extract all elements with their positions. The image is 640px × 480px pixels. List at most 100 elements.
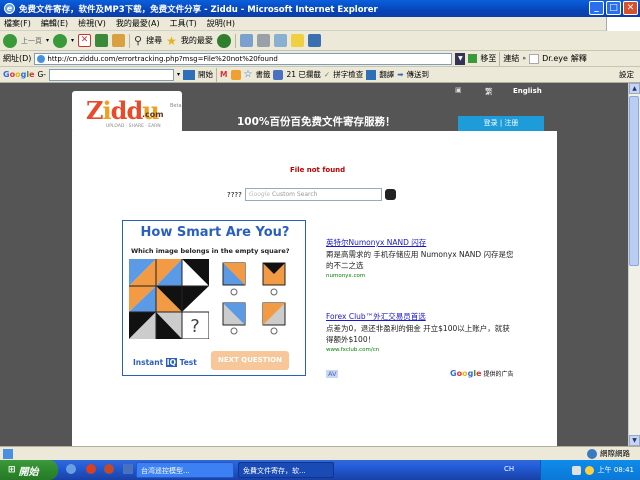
text-ad-2-title[interactable]: Forex Club™外汇交易员首选: [326, 311, 514, 322]
menu-tools[interactable]: 工具(T): [170, 18, 197, 29]
custom-search-input[interactable]: Google Custom Search: [244, 188, 382, 201]
page-icon: [37, 54, 46, 63]
address-label: 網址(D): [3, 54, 32, 63]
dreye-icon[interactable]: [529, 53, 540, 64]
text-ad-2-url[interactable]: www.fxclub.com/cn: [326, 347, 514, 353]
scroll-down-icon[interactable]: ▼: [629, 435, 640, 446]
search-button-label[interactable]: 搜尋: [146, 35, 162, 46]
bookmark-star-icon[interactable]: ☆: [244, 69, 253, 80]
refresh-icon[interactable]: [95, 34, 109, 47]
google-search-label[interactable]: G-: [38, 70, 47, 79]
maximize-button[interactable]: □: [606, 1, 621, 15]
go-button[interactable]: 移至: [480, 53, 496, 64]
sendto-button[interactable]: 傳送到: [407, 69, 430, 80]
toolbar-plus-icon[interactable]: [230, 69, 241, 80]
tray-volume-icon[interactable]: [584, 465, 594, 475]
menubar: 檔案(F) 編輯(E) 檢視(V) 我的最愛(A) 工具(T) 說明(H): [0, 17, 640, 31]
error-message: File not found: [290, 166, 346, 174]
text-ad-1-url[interactable]: numonyx.com: [326, 273, 514, 279]
ads-by-google[interactable]: Google 提供的广告: [450, 369, 514, 378]
page-viewport: ▣ 繁 English Ziddu .com Beta UPLOAD · SHA…: [0, 83, 628, 446]
quiz-options[interactable]: [219, 261, 299, 335]
popup-blocker-icon[interactable]: [273, 69, 284, 80]
text-ad-1[interactable]: 英特尔Numonyx NAND 闪存 兩是高需求的 手机存储应用 Numonyx…: [326, 237, 514, 279]
next-question-button[interactable]: NEXT QUESTION: [211, 351, 289, 370]
task-button-1[interactable]: 台湾遥控模型...: [136, 462, 234, 478]
menu-edit[interactable]: 編輯(E): [41, 18, 68, 29]
search-icon[interactable]: ⚲: [134, 34, 142, 47]
input-language[interactable]: CH: [504, 465, 514, 473]
sendto-icon[interactable]: ➡: [397, 70, 403, 79]
quicklaunch-ie-icon[interactable]: [66, 464, 76, 474]
minimize-button[interactable]: _: [589, 1, 604, 15]
bookmarks-button[interactable]: 書籤: [255, 69, 270, 80]
back-button-label[interactable]: 上一頁: [21, 36, 42, 46]
scroll-thumb[interactable]: [629, 96, 639, 266]
ads-google-logo: Google: [450, 369, 482, 378]
page-status-icon: [3, 448, 13, 459]
links-label[interactable]: 連結: [503, 53, 519, 64]
menu-file[interactable]: 檔案(F): [4, 18, 31, 29]
quiz-question: Which image belongs in the empty square?: [131, 247, 290, 255]
menu-favorites[interactable]: 我的最愛(A): [116, 18, 160, 29]
ad-pager[interactable]: AV: [326, 370, 339, 378]
system-tray: 上午 08:41: [540, 460, 640, 480]
menu-help[interactable]: 說明(H): [207, 18, 235, 29]
quiz-puzzle-grid: ?: [129, 259, 209, 339]
text-ad-2[interactable]: Forex Club™外汇交易员首选 点差为0，退还非盈利的佣金 开立$100以…: [326, 311, 514, 353]
lang-traditional[interactable]: 繁: [485, 86, 493, 97]
google-go-button[interactable]: 開始: [198, 69, 213, 80]
spellcheck-button[interactable]: 拼字檢查: [333, 69, 363, 80]
page-headline: 100%百份百免费文件寄存服務！: [237, 116, 396, 128]
lang-english[interactable]: English: [513, 87, 542, 95]
popup-blocked-count[interactable]: 21 已攔截: [286, 69, 320, 80]
windows-flag-icon: ⊞: [8, 465, 16, 475]
ie-icon: e: [4, 3, 15, 14]
quicklaunch-media-icon[interactable]: [86, 464, 96, 474]
ads-by-google-label: 提供的广告: [483, 371, 514, 378]
quicklaunch-app-icon[interactable]: [104, 464, 114, 474]
discuss-icon[interactable]: [290, 34, 304, 47]
history-icon[interactable]: [216, 33, 231, 48]
address-dropdown-icon[interactable]: ▼: [455, 52, 466, 65]
menu-view[interactable]: 檢視(V): [78, 18, 106, 29]
google-search-input[interactable]: [49, 68, 175, 81]
mail-icon[interactable]: [239, 34, 253, 47]
close-button[interactable]: ✕: [623, 1, 638, 15]
spellcheck-icon[interactable]: ✓: [324, 70, 330, 79]
settings-button[interactable]: 設定: [619, 69, 634, 80]
stop-icon[interactable]: ✕: [78, 34, 92, 47]
custom-search-button[interactable]: [384, 189, 396, 200]
home-icon[interactable]: [112, 34, 126, 47]
clock[interactable]: 上午 08:41: [598, 465, 634, 475]
iq-quiz-ad[interactable]: How Smart Are You? Which image belongs i…: [122, 220, 306, 376]
scroll-up-icon[interactable]: ▲: [629, 83, 640, 94]
login-register-button[interactable]: 登录 | 注册: [458, 116, 544, 132]
back-arrow-icon[interactable]: [3, 33, 17, 48]
start-label: 開始: [18, 466, 39, 478]
translate-label[interactable]: 解釋: [571, 53, 587, 64]
print-icon[interactable]: [256, 34, 270, 47]
google-go-icon[interactable]: [183, 69, 196, 80]
gmail-icon[interactable]: M: [220, 70, 227, 79]
forward-arrow-icon[interactable]: [53, 33, 68, 48]
vertical-scrollbar[interactable]: ▲ ▼: [628, 83, 640, 446]
translate-button[interactable]: 翻譯: [379, 69, 394, 80]
edit-icon[interactable]: [273, 34, 287, 47]
favorites-button-label[interactable]: 我的最愛: [181, 35, 213, 46]
quicklaunch-desktop-icon[interactable]: [123, 464, 133, 474]
task-button-2[interactable]: 免費文件寄存，软...: [238, 462, 334, 478]
address-input[interactable]: http://cn.ziddu.com/errortracking.php?ms…: [34, 52, 453, 65]
messenger-icon[interactable]: [307, 34, 321, 47]
go-arrow-icon[interactable]: [468, 54, 478, 63]
quiz-brand-right: Test: [179, 358, 197, 367]
dreye-label[interactable]: Dr.eye: [542, 54, 568, 63]
translate-icon[interactable]: [366, 69, 377, 80]
favorites-star-icon[interactable]: ★: [166, 34, 177, 48]
zone-label: 網際網路: [600, 449, 630, 458]
ziddu-logo[interactable]: Ziddu .com Beta UPLOAD · SHARE · EARN: [72, 91, 182, 133]
lang-icon: ▣: [455, 86, 462, 94]
start-button[interactable]: ⊞ 開始: [0, 460, 58, 480]
text-ad-1-title[interactable]: 英特尔Numonyx NAND 闪存: [326, 237, 514, 248]
tray-network-icon[interactable]: [571, 465, 581, 475]
